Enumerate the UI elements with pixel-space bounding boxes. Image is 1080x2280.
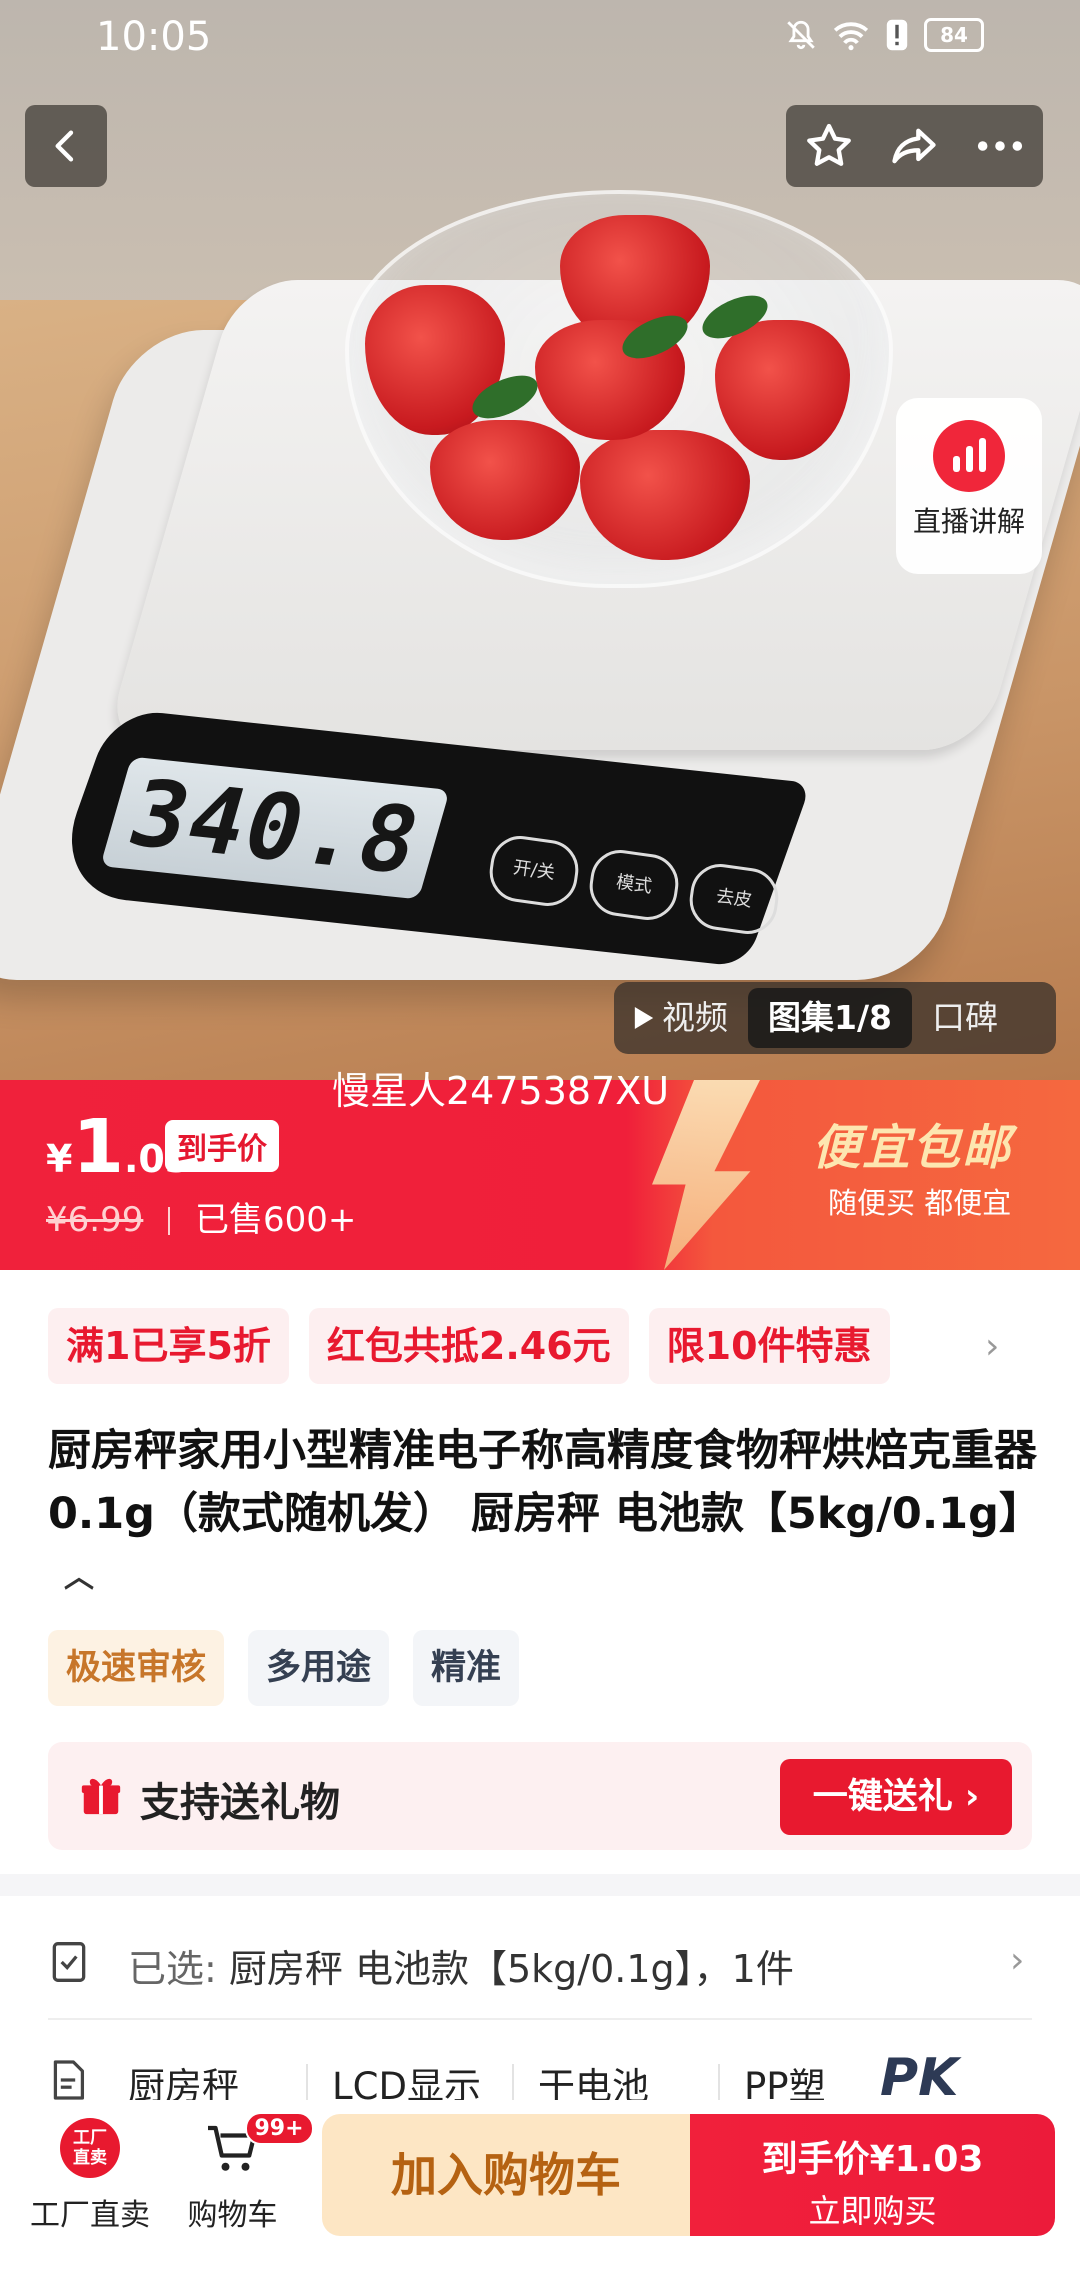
chevron-right-icon: ›: [1010, 1940, 1025, 1981]
top-actions: [786, 105, 1043, 187]
gift-label: 支持送礼物: [140, 1780, 340, 1826]
factory-direct-button[interactable]: 工厂 直卖 工厂直卖: [20, 2118, 160, 2234]
coupon-redpacket[interactable]: 红包共抵2.46元: [308, 1308, 629, 1384]
buy-now-label: 立即购买: [808, 2192, 937, 2230]
share-icon[interactable]: [888, 120, 940, 172]
spec-divider: [306, 2064, 308, 2102]
bottom-action-bar: 工厂 直卖 工厂直卖 99+ 购物车 加入购物车 到手价¥1.03 立即购买: [0, 2100, 1080, 2280]
mute-icon: [787, 20, 815, 50]
tab-reviews[interactable]: 口碑: [912, 988, 1018, 1048]
wifi-icon: [833, 22, 869, 51]
tag-multi-use: 多用途: [248, 1630, 390, 1706]
selected-value: 厨房秤 电池款【5kg/0.1g】，1件: [228, 1947, 794, 1991]
battery-level: 84: [924, 18, 984, 52]
selected-options-text: 已选: 厨房秤 电池款【5kg/0.1g】，1件: [128, 1938, 794, 1993]
factory-icon: 工厂 直卖: [60, 2118, 120, 2178]
checklist-icon: [52, 1942, 86, 1982]
tab-video[interactable]: 视频: [614, 988, 748, 1048]
spec-divider: [512, 2064, 514, 2102]
sold-count: 已售600+: [194, 1200, 357, 1240]
buy-now-button[interactable]: 到手价¥1.03 立即购买: [690, 2114, 1055, 2236]
spec-divider: [718, 2064, 720, 2102]
live-explain-button[interactable]: 直播讲解: [896, 398, 1042, 574]
collapse-title-icon[interactable]: ︿: [64, 1560, 94, 1595]
status-bar: 10:05 84: [0, 0, 1080, 72]
cart-icon: 99+: [203, 2112, 314, 2178]
live-explain-label: 直播讲解: [912, 505, 1025, 538]
row-divider: [48, 2018, 1032, 2020]
pk-compare-button[interactable]: PK: [880, 2048, 958, 2108]
price-meta: ¥6.99 已售600+: [46, 1192, 356, 1241]
star-icon[interactable]: [803, 120, 855, 172]
factory-label: 工厂直卖: [30, 2198, 150, 2233]
tag-precise: 精准: [413, 1630, 520, 1706]
price-divider: [168, 1207, 171, 1235]
user-watermark: 慢星人2475387XU: [332, 1069, 670, 1113]
cart-label: 购物车: [187, 2198, 278, 2233]
coupon-more-arrow[interactable]: ›: [985, 1326, 999, 1367]
tab-video-label: 视频: [662, 998, 728, 1037]
more-icon[interactable]: [974, 120, 1026, 172]
status-icons: 84: [784, 18, 984, 52]
final-price-tag: 到手价: [165, 1120, 279, 1172]
media-tabs: 视频 图集1/8 口碑: [614, 982, 1056, 1054]
selected-options-row[interactable]: 已选: 厨房秤 电池款【5kg/0.1g】，1件 ›: [0, 1910, 1080, 2020]
price-currency: ¥: [46, 1137, 73, 1181]
status-time: 10:05: [96, 14, 212, 60]
buy-price-label: 到手价¥1.03: [761, 2139, 984, 2180]
price-integer: 1: [72, 1104, 124, 1190]
add-to-cart-button[interactable]: 加入购物车: [322, 2114, 690, 2236]
cart-badge: 99+: [244, 2112, 314, 2145]
coupon-row: 满1已享5折 红包共抵2.46元 限10件特惠: [48, 1308, 890, 1384]
back-button[interactable]: [25, 105, 107, 187]
gift-icon: [81, 1778, 121, 1815]
document-icon: [53, 2060, 85, 2100]
factory-badge-line2: 直卖: [73, 2148, 107, 2168]
promo-title: 便宜包邮: [812, 1120, 1013, 1176]
live-icon: [933, 420, 1005, 492]
coupon-discount[interactable]: 满1已享5折: [48, 1308, 289, 1384]
section-divider: [0, 1874, 1080, 1896]
alert-icon: [886, 19, 908, 51]
original-price: ¥6.99: [46, 1200, 144, 1240]
send-gift-button[interactable]: 一键送礼 ›: [780, 1759, 1012, 1835]
gift-bar: 支持送礼物 一键送礼 ›: [48, 1742, 1032, 1850]
cart-button[interactable]: 99+ 购物车: [170, 2112, 314, 2234]
tag-fast-review: 极速审核: [48, 1630, 225, 1706]
chevron-left-icon: [55, 130, 74, 162]
promo-subtitle: 随便买 都便宜: [828, 1186, 1012, 1220]
tab-gallery[interactable]: 图集1/8: [748, 988, 912, 1048]
coupon-limited[interactable]: 限10件特惠: [648, 1308, 890, 1384]
product-title: 厨房秤家用小型精准电子称高精度食物秤烘焙克重器0.1g（款式随机发） 厨房秤 电…: [48, 1420, 1042, 1609]
factory-badge-line1: 工厂: [73, 2128, 107, 2148]
selected-prefix: 已选:: [128, 1947, 217, 1991]
product-tags: 极速审核 多用途 精准: [48, 1630, 520, 1706]
play-icon: [634, 1007, 654, 1029]
product-title-text: 厨房秤家用小型精准电子称高精度食物秤烘焙克重器0.1g（款式随机发） 厨房秤 电…: [48, 1426, 1042, 1539]
